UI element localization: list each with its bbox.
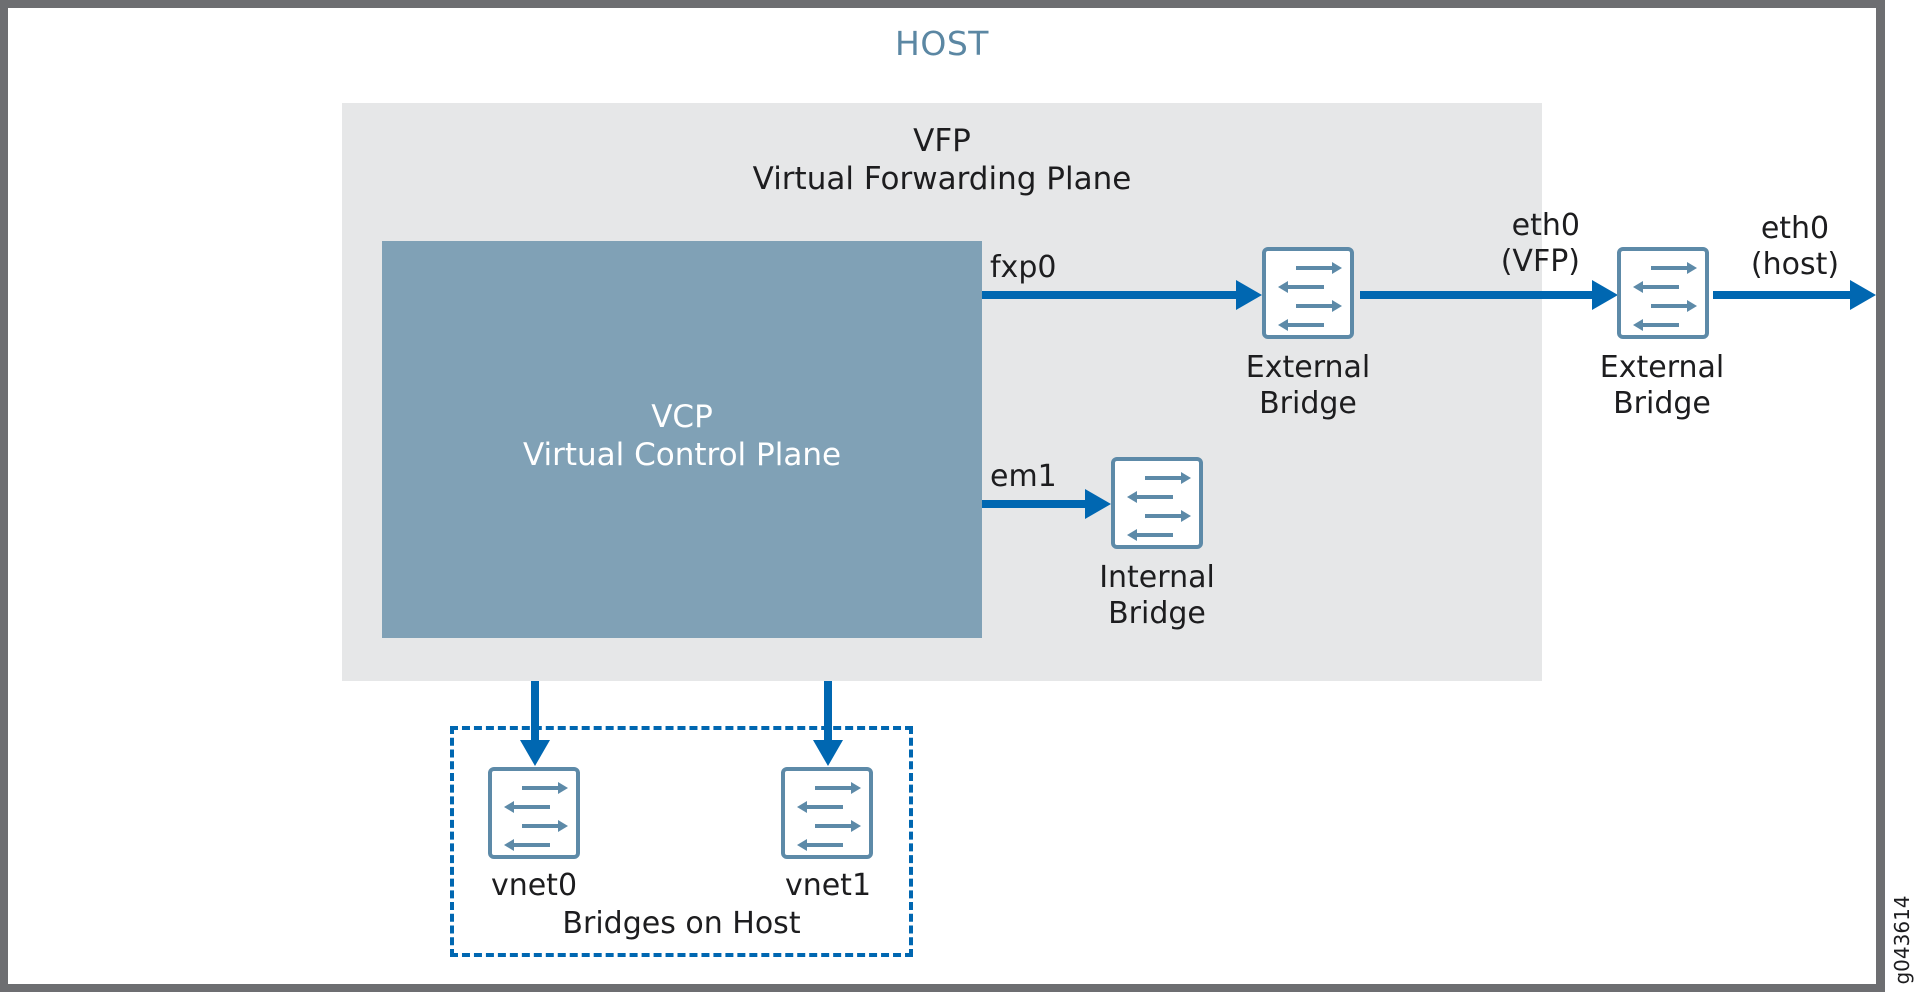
link-eth0-vfp [1360, 280, 1618, 310]
bridge-icon [781, 767, 873, 859]
bridge-label-line2: Bridge [1108, 596, 1206, 631]
vnet0-label: vnet0 [490, 868, 578, 903]
label-eth0-host: eth0 (host) [1735, 211, 1855, 283]
figure-id-text: g043614 [1890, 895, 1914, 985]
label-fxp0: fxp0 [990, 250, 1057, 285]
label-eth0-vfp: eth0 (VFP) [1420, 208, 1580, 280]
arrowhead-icon [813, 740, 843, 766]
external-bridge-host-label: External Bridge [1572, 350, 1752, 422]
figure-id: g043614 [1880, 895, 1923, 985]
link-vnet1 [813, 681, 843, 766]
link-vnet0 [520, 681, 550, 766]
bridge-label-line2: Bridge [1613, 386, 1711, 421]
link-layer [520, 280, 1876, 766]
label-eth0-host-line2: (host) [1750, 247, 1840, 282]
label-eth0-host-line1: eth0 [1760, 211, 1830, 246]
arrowhead-icon [1592, 280, 1618, 310]
link-eth0-host [1713, 280, 1876, 310]
bridge-label-line2: Bridge [1259, 386, 1357, 421]
label-eth0-vfp-line2: (VFP) [1500, 244, 1580, 279]
bridges-on-host-label: Bridges on Host [562, 906, 801, 941]
label-eth0-vfp-line1: eth0 [1511, 208, 1580, 243]
bridge-label-line1: External [1599, 350, 1725, 385]
label-em1: em1 [990, 459, 1057, 494]
arrowhead-icon [1850, 280, 1876, 310]
bridge-icon [488, 767, 580, 859]
bridge-icon [1262, 247, 1354, 339]
bridge-label-line1: External [1245, 350, 1371, 385]
bridge-icon [1111, 457, 1203, 549]
vnet1-label: vnet1 [784, 868, 872, 903]
arrowhead-icon [520, 740, 550, 766]
arrowhead-icon [1085, 489, 1111, 519]
external-bridge-vfp-label: External Bridge [1218, 350, 1398, 422]
bridge-icon [1617, 247, 1709, 339]
arrowhead-icon [1236, 280, 1262, 310]
internal-bridge-label: Internal Bridge [1067, 560, 1247, 632]
bridge-label-line1: Internal [1099, 560, 1215, 595]
